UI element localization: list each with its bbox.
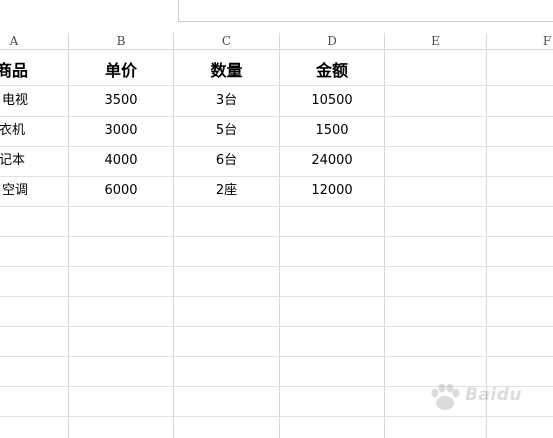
table-cell-amount[interactable]: 24000 — [280, 146, 384, 175]
table-header-product[interactable]: 商品 — [0, 56, 28, 85]
row-line — [0, 206, 553, 207]
spreadsheet-stage: A B C D E F 商品 单价 数量 金额 电视 3500 3台 10500… — [0, 0, 553, 438]
table-cell-product[interactable]: 空调 — [0, 176, 28, 205]
row-line — [0, 326, 553, 327]
column-header-e[interactable]: E — [385, 33, 486, 50]
watermark-text: Baidu — [465, 385, 523, 405]
row-line — [0, 356, 553, 357]
row-line — [0, 266, 553, 267]
row-line — [0, 236, 553, 237]
column-header-c[interactable]: C — [174, 33, 279, 50]
table-cell-product[interactable]: 电视 — [0, 86, 28, 115]
table-cell-price[interactable]: 3000 — [69, 116, 173, 145]
table-cell-price[interactable]: 3500 — [69, 86, 173, 115]
table-cell-product[interactable]: 洗衣机 — [0, 116, 42, 145]
table-header-unit-price[interactable]: 单价 — [69, 56, 173, 85]
column-header-a[interactable]: A — [0, 33, 28, 50]
table-cell-quantity[interactable]: 6台 — [174, 146, 279, 175]
table-cell-quantity[interactable]: 3台 — [174, 86, 279, 115]
row-line — [0, 416, 553, 417]
table-cell-price[interactable]: 4000 — [69, 146, 173, 175]
column-header-f[interactable]: F — [487, 33, 553, 50]
table-header-amount[interactable]: 金额 — [280, 56, 384, 85]
row-line — [0, 296, 553, 297]
table-cell-price[interactable]: 6000 — [69, 176, 173, 205]
baidu-watermark: Baidu — [425, 380, 525, 414]
table-cell-quantity[interactable]: 2座 — [174, 176, 279, 205]
table-cell-amount[interactable]: 10500 — [280, 86, 384, 115]
baidu-paw-icon — [431, 383, 460, 410]
column-header-b[interactable]: B — [69, 33, 173, 50]
column-header-d[interactable]: D — [280, 33, 384, 50]
header-divider — [0, 49, 553, 50]
table-cell-amount[interactable]: 1500 — [280, 116, 384, 145]
table-cell-quantity[interactable]: 5台 — [174, 116, 279, 145]
table-header-quantity[interactable]: 数量 — [174, 56, 279, 85]
table-cell-product[interactable]: 笔记本 — [0, 146, 42, 175]
table-cell-amount[interactable]: 12000 — [280, 176, 384, 205]
formula-bar[interactable] — [178, 0, 553, 22]
